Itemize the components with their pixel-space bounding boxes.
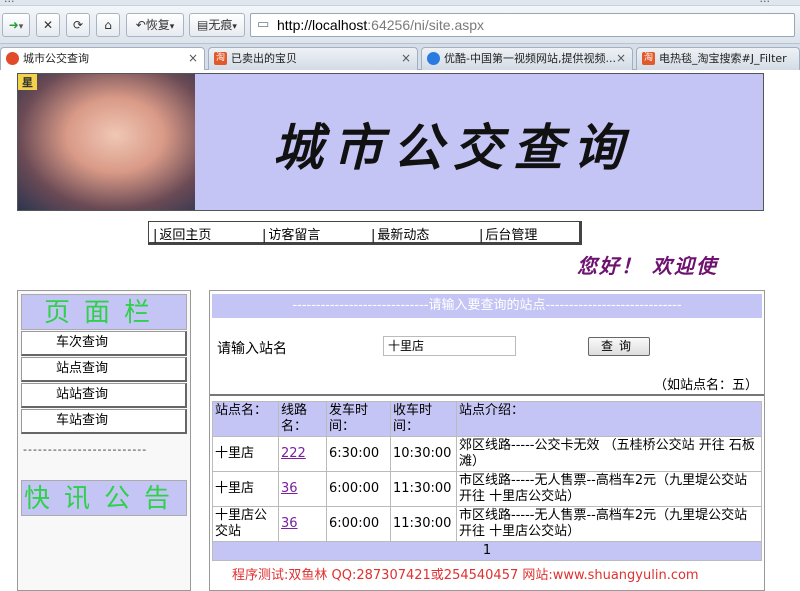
nav-home-link[interactable]: 返回主页 <box>153 224 211 243</box>
query-header: -----------------------------请输入要查询的站点--… <box>212 294 762 318</box>
tab-label: 电热毯_淘宝搜索#J_Filter <box>659 52 787 65</box>
column-header: 站点介绍： <box>456 401 762 437</box>
url-host: http://localhost <box>277 17 368 33</box>
table-header-row: 站点名： 线路名： 发车时间： 收车时间： 站点介绍： <box>212 401 762 437</box>
url-path: :64256/ni/site.aspx <box>367 17 485 33</box>
back-dropdown-icon[interactable]: ▾ <box>19 22 24 32</box>
nav-news-link[interactable]: 最新动态 <box>371 224 429 243</box>
tab-close-icon[interactable]: × <box>616 48 626 69</box>
intro-cell: 市区线路-----无人售票--高档车2元（九里堤公交站 开往 十里店公交站） <box>456 506 762 542</box>
page-favicon-icon <box>6 52 19 65</box>
column-header: 站点名： <box>212 401 279 437</box>
station-cell: 十里店 <box>212 436 279 472</box>
back-button[interactable]: ➜▾ <box>2 13 30 37</box>
end-time-cell: 10:30:00 <box>390 436 457 472</box>
refresh-button[interactable]: ⟳ <box>66 13 90 37</box>
home-button[interactable]: ⌂ <box>96 13 120 37</box>
sidebar-item-terminal-query[interactable]: 车站查询 <box>21 409 187 434</box>
url-text: http://localhost:64256/ni/site.aspx <box>277 17 484 33</box>
back-arrow-icon: ➜ <box>8 18 19 32</box>
tab-taobao-search[interactable]: 淘 电热毯_淘宝搜索#J_Filter <box>636 47 800 70</box>
query-hint: （如站点名：五） <box>653 378 758 393</box>
line-link[interactable]: 222 <box>281 446 306 461</box>
pager-row: 1 <box>212 541 762 561</box>
start-time-cell: 6:00:00 <box>326 471 391 507</box>
sidebar-item-station-to-station[interactable]: 站站查询 <box>21 383 187 408</box>
column-header: 收车时间： <box>390 401 457 437</box>
welcome-marquee: 您好！ 欢迎使 <box>577 254 718 278</box>
intro-cell: 市区线路-----无人售票--高档车2元（九里堤公交站 开往 十里店公交站） <box>456 471 762 507</box>
sidebar: 页面栏 车次查询 站点查询 站站查询 车站查询 ----------------… <box>17 290 191 591</box>
browser-tabstrip: 城市公交查询 × 淘 已卖出的宝贝 × 优酷-中国第一视频网站,提供视频... … <box>0 44 800 71</box>
tab-close-icon[interactable]: × <box>401 48 411 69</box>
home-icon: ⌂ <box>104 18 112 32</box>
table-row: 十里店 36 6:00:00 11:30:00 市区线路-----无人售票--高… <box>212 471 762 507</box>
station-input[interactable]: 十里店 <box>383 336 516 356</box>
restore-button[interactable]: ↶恢复▾ <box>126 13 184 37</box>
tab-city-bus[interactable]: 城市公交查询 × <box>0 47 205 71</box>
incognito-icon: ▤ <box>197 18 209 32</box>
tab-label: 已卖出的宝贝 <box>231 52 297 65</box>
undo-icon: ↶ <box>135 18 146 32</box>
youku-icon <box>427 52 440 65</box>
end-time-cell: 11:30:00 <box>390 471 457 507</box>
tab-close-icon[interactable]: × <box>188 48 198 69</box>
page-icon: ▭ <box>257 17 270 32</box>
station-cell: 十里店 <box>212 471 279 507</box>
table-row: 十里店 222 6:30:00 10:30:00 郊区线路-----公交卡无效 … <box>212 436 762 472</box>
query-panel: -----------------------------请输入要查询的站点--… <box>209 290 765 591</box>
chevron-down-icon: ▾ <box>232 22 237 32</box>
sidebar-item-station-query[interactable]: 站点查询 <box>21 357 187 382</box>
sidebar-divider: ------------------------- <box>23 443 148 456</box>
table-row: 十里店公交站 36 6:00:00 11:30:00 市区线路-----无人售票… <box>212 506 762 542</box>
intro-cell: 郊区线路-----公交卡无效 （五桂桥公交站 开往 石板滩） <box>456 436 762 472</box>
nav-admin-link[interactable]: 后台管理 <box>479 224 537 243</box>
tab-youku[interactable]: 优酷-中国第一视频网站,提供视频... × <box>421 47 633 70</box>
tab-sold-items[interactable]: 淘 已卖出的宝贝 × <box>208 47 418 70</box>
incognito-button[interactable]: ▤无痕▾ <box>189 13 245 37</box>
taobao-icon: 淘 <box>642 52 655 65</box>
nav-guestbook-link[interactable]: 访客留言 <box>262 224 320 243</box>
line-link[interactable]: 36 <box>281 481 298 496</box>
column-header: 发车时间： <box>326 401 391 437</box>
sidebar-notice-title: 快讯公告 <box>21 480 187 516</box>
start-time-cell: 6:00:00 <box>326 506 391 542</box>
refresh-icon: ⟳ <box>72 18 84 32</box>
query-button[interactable]: 查询 <box>588 337 650 356</box>
web-page: 星 城市公交查询 返回主页 访客留言 最新动态 后台管理 您好！ 欢迎使 页面栏… <box>0 70 800 591</box>
taobao-icon: 淘 <box>214 52 227 65</box>
station-input-label: 请输入站名 <box>217 341 287 357</box>
page-number[interactable]: 1 <box>212 541 762 561</box>
chevron-down-icon: ▾ <box>169 22 175 32</box>
end-time-cell: 11:30:00 <box>390 506 457 542</box>
sidebar-menu-title: 页面栏 <box>21 294 187 330</box>
station-cell: 十里店公交站 <box>212 506 279 542</box>
tab-label: 城市公交查询 <box>23 52 89 65</box>
footer-credit: 程序测试:双鱼林 QQ:287307421或254540457 网站:www.s… <box>232 568 699 583</box>
main-nav: 返回主页 访客留言 最新动态 后台管理 <box>148 221 582 245</box>
tab-label: 优酷-中国第一视频网站,提供视频... <box>444 52 616 65</box>
photo-tag: 星 <box>18 74 37 90</box>
titlebar-text-right: ... <box>760 0 771 5</box>
stop-button[interactable]: ✕ <box>36 13 60 37</box>
line-link[interactable]: 36 <box>281 516 298 531</box>
banner-photo: 星 <box>18 74 195 210</box>
sidebar-item-route-query[interactable]: 车次查询 <box>21 331 187 356</box>
site-banner: 星 城市公交查询 <box>17 73 764 211</box>
incognito-label: 无痕 <box>208 18 233 32</box>
browser-toolbar: ➜▾ ✕ ⟳ ⌂ ↶恢复▾ ▤无痕▾ ▭ http://localhost:64… <box>0 6 800 44</box>
divider <box>210 394 764 396</box>
start-time-cell: 6:30:00 <box>326 436 391 472</box>
site-title: 城市公交查询 <box>273 118 633 177</box>
titlebar-text-left: ... <box>4 0 15 5</box>
close-icon: ✕ <box>42 18 54 32</box>
column-header: 线路名： <box>278 401 327 437</box>
results-table: 站点名： 线路名： 发车时间： 收车时间： 站点介绍： 十里店 222 6:30… <box>212 401 762 561</box>
restore-label: 恢复 <box>145 18 170 32</box>
address-bar[interactable]: ▭ http://localhost:64256/ni/site.aspx <box>250 13 795 37</box>
